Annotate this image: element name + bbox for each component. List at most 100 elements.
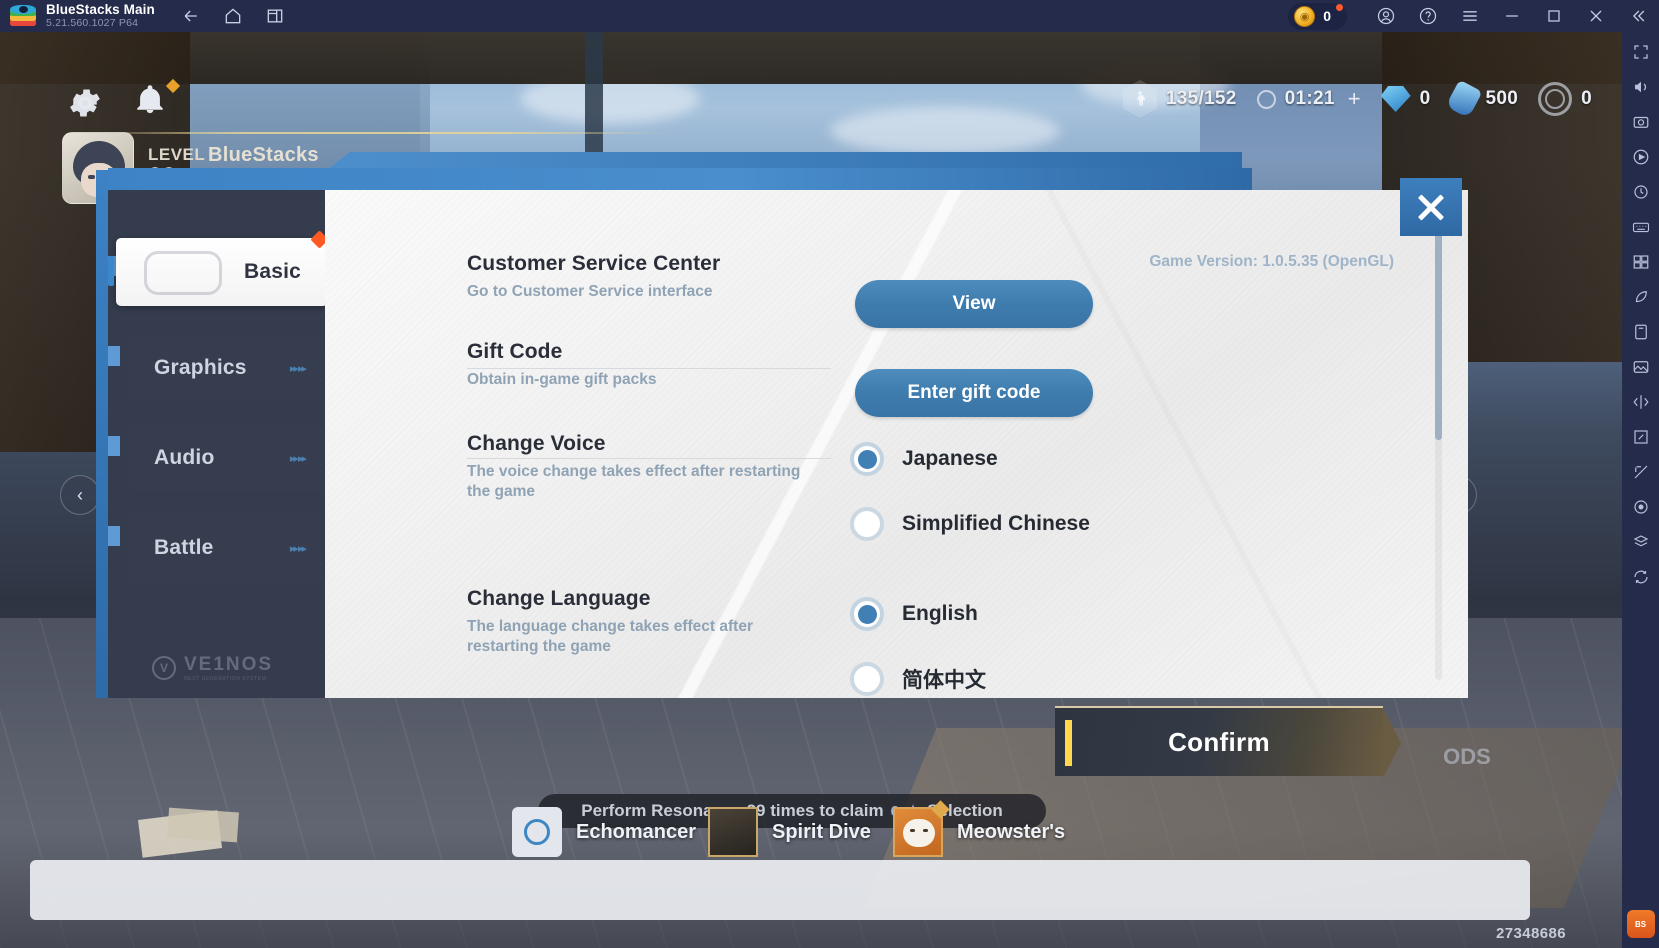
rotate-icon[interactable] <box>1629 320 1653 344</box>
bottom-nav-label: Spirit Dive <box>772 820 871 843</box>
layers-icon[interactable] <box>1629 530 1653 554</box>
window-version: 5.21.560.1027 P64 <box>46 16 139 29</box>
bottom-nav-item-spirit-dive[interactable]: Spirit Dive <box>708 807 871 857</box>
confirm-label: Confirm <box>1168 726 1270 757</box>
fullscreen-icon[interactable] <box>1629 40 1653 64</box>
sidebar-item-label: Audio <box>154 446 215 469</box>
keymap-icon[interactable] <box>1629 215 1653 239</box>
chevron-right-icon: ▸▸ ▸▸ <box>289 542 307 555</box>
sidebar-item-battle[interactable]: Battle ▸▸ ▸▸ <box>128 514 323 582</box>
back-icon[interactable] <box>181 6 201 26</box>
clock-icon <box>1256 89 1276 109</box>
paper-decor <box>167 807 239 843</box>
sidebar-item-graphics[interactable]: Graphics ▸▸ ▸▸ <box>128 334 323 402</box>
sidebar-item-audio[interactable]: Audio ▸▸ ▸▸ <box>128 424 323 492</box>
location-icon[interactable] <box>1629 495 1653 519</box>
eco-mode-icon[interactable] <box>1629 285 1653 309</box>
bluestacks-logo <box>10 5 36 27</box>
sync-icon[interactable] <box>1629 565 1653 589</box>
sidebar-marker <box>108 436 120 456</box>
radio-label: Japanese <box>902 447 998 470</box>
titlebar-controls: ◉ 0 <box>1288 0 1659 32</box>
radio-label: English <box>902 602 978 625</box>
voice-option-simplified-chinese[interactable]: Simplified Chinese <box>850 507 1090 541</box>
app-root: LEVEL 02 BlueStacks 135/152 01:21 <box>0 0 1659 948</box>
coin-balance[interactable]: ◉ 0 <box>1288 2 1347 30</box>
maximize-icon[interactable] <box>1533 0 1575 32</box>
language-option-english[interactable]: English <box>850 597 978 631</box>
cat-icon <box>893 800 950 857</box>
menu-icon[interactable] <box>1449 0 1491 32</box>
multi-instance-manager-icon[interactable] <box>1629 250 1653 274</box>
voice-option-japanese[interactable]: Japanese <box>850 442 998 476</box>
timer-group: 01:21 + <box>1256 86 1361 112</box>
disc-icon <box>1538 82 1573 116</box>
close-dialog-button[interactable] <box>1400 178 1462 236</box>
gem-group[interactable]: 0 <box>1380 86 1431 112</box>
confirm-accent-bar <box>1065 720 1072 766</box>
sidebar-item-label: Graphics <box>154 356 247 379</box>
resize-icon[interactable] <box>1629 425 1653 449</box>
confirm-tooltip[interactable]: Confirm <box>1055 706 1401 778</box>
brand-logo: V VE1NOS NEXT GENERATION SYSTEM <box>152 654 273 682</box>
stamina-group[interactable]: 135/152 <box>1122 80 1237 118</box>
sidebar-item-basic[interactable]: Basic <box>108 230 329 306</box>
collapse-icon[interactable] <box>1617 0 1659 32</box>
timer-value: 01:21 <box>1284 88 1335 109</box>
minimize-icon[interactable] <box>1491 0 1533 32</box>
bottom-nav-item-meowsters[interactable]: Meowster's <box>893 800 1065 857</box>
bottom-nav-item-echomancer[interactable]: Echomancer <box>512 807 696 857</box>
view-button[interactable]: View <box>855 280 1093 328</box>
setting-description: The voice change takes effect after rest… <box>467 463 801 501</box>
serial-number: 27348686 <box>1496 925 1566 942</box>
setting-description: Go to Customer Service interface <box>467 283 713 300</box>
hud-resources: 135/152 01:21 + 0 500 0 <box>1103 79 1592 119</box>
radio-button[interactable] <box>850 507 884 541</box>
sidebar-toolbar: BS <box>1622 32 1659 948</box>
window-titlebar: BlueStacks Main 5.21.560.1027 P64 ◉ 0 <box>0 0 1659 32</box>
scrollbar-thumb[interactable] <box>1435 210 1442 440</box>
gamepad-icon <box>144 251 222 295</box>
ods-watermark: ODS <box>1443 744 1491 769</box>
sidebar-item-label: Basic <box>244 260 302 283</box>
add-stamina-icon[interactable]: + <box>1348 86 1361 112</box>
brand-name: VE1NOS <box>184 654 274 675</box>
brand-tagline: NEXT GENERATION SYSTEM <box>184 676 267 682</box>
stamina-icon <box>1122 80 1157 118</box>
account-icon[interactable] <box>1365 0 1407 32</box>
gem-value: 0 <box>1419 88 1431 109</box>
radio-button[interactable] <box>850 662 884 696</box>
shake-icon[interactable] <box>1629 390 1653 414</box>
radio-button[interactable] <box>850 597 884 631</box>
game-version-label: Game Version: 1.0.5.35 (OpenGL) <box>1149 253 1394 270</box>
record-icon[interactable] <box>1629 145 1653 169</box>
volume-icon[interactable] <box>1629 75 1653 99</box>
close-icon[interactable] <box>1575 0 1617 32</box>
home-icon[interactable] <box>223 6 243 26</box>
enter-gift-code-button[interactable]: Enter gift code <box>855 369 1093 417</box>
disc-value: 0 <box>1581 88 1592 109</box>
settings-gear-icon[interactable] <box>66 84 104 127</box>
dialog-sidebar: Basic Graphics ▸▸ ▸▸ Audio ▸▸ ▸▸ Battle … <box>108 190 329 698</box>
language-option-simplified-chinese[interactable]: 简体中文 <box>850 662 986 696</box>
notification-bell-icon[interactable] <box>133 82 167 121</box>
sidebar-item-label: Battle <box>154 536 214 559</box>
scrollbar-track[interactable] <box>1435 210 1442 680</box>
gallery-icon[interactable] <box>1629 355 1653 379</box>
bluestacks-x-icon[interactable]: BS <box>1626 910 1655 938</box>
script-icon[interactable] <box>1629 460 1653 484</box>
dialog-header-band <box>108 168 1252 190</box>
active-tab-notch <box>108 256 114 286</box>
confirm-arrow <box>1383 708 1401 778</box>
macro-icon[interactable] <box>1629 180 1653 204</box>
prev-arrow-button[interactable]: ‹ <box>60 475 100 515</box>
bottom-nav-label: Echomancer <box>576 820 697 843</box>
disc-group[interactable]: 0 <box>1538 82 1592 116</box>
game-hud: LEVEL 02 BlueStacks 135/152 01:21 <box>0 32 1622 204</box>
ring-icon <box>512 807 562 857</box>
vial-group[interactable]: 500 <box>1444 79 1519 119</box>
multi-instance-icon[interactable] <box>265 6 285 26</box>
screenshot-icon[interactable] <box>1629 110 1653 134</box>
help-icon[interactable] <box>1407 0 1449 32</box>
radio-button[interactable] <box>850 442 884 476</box>
